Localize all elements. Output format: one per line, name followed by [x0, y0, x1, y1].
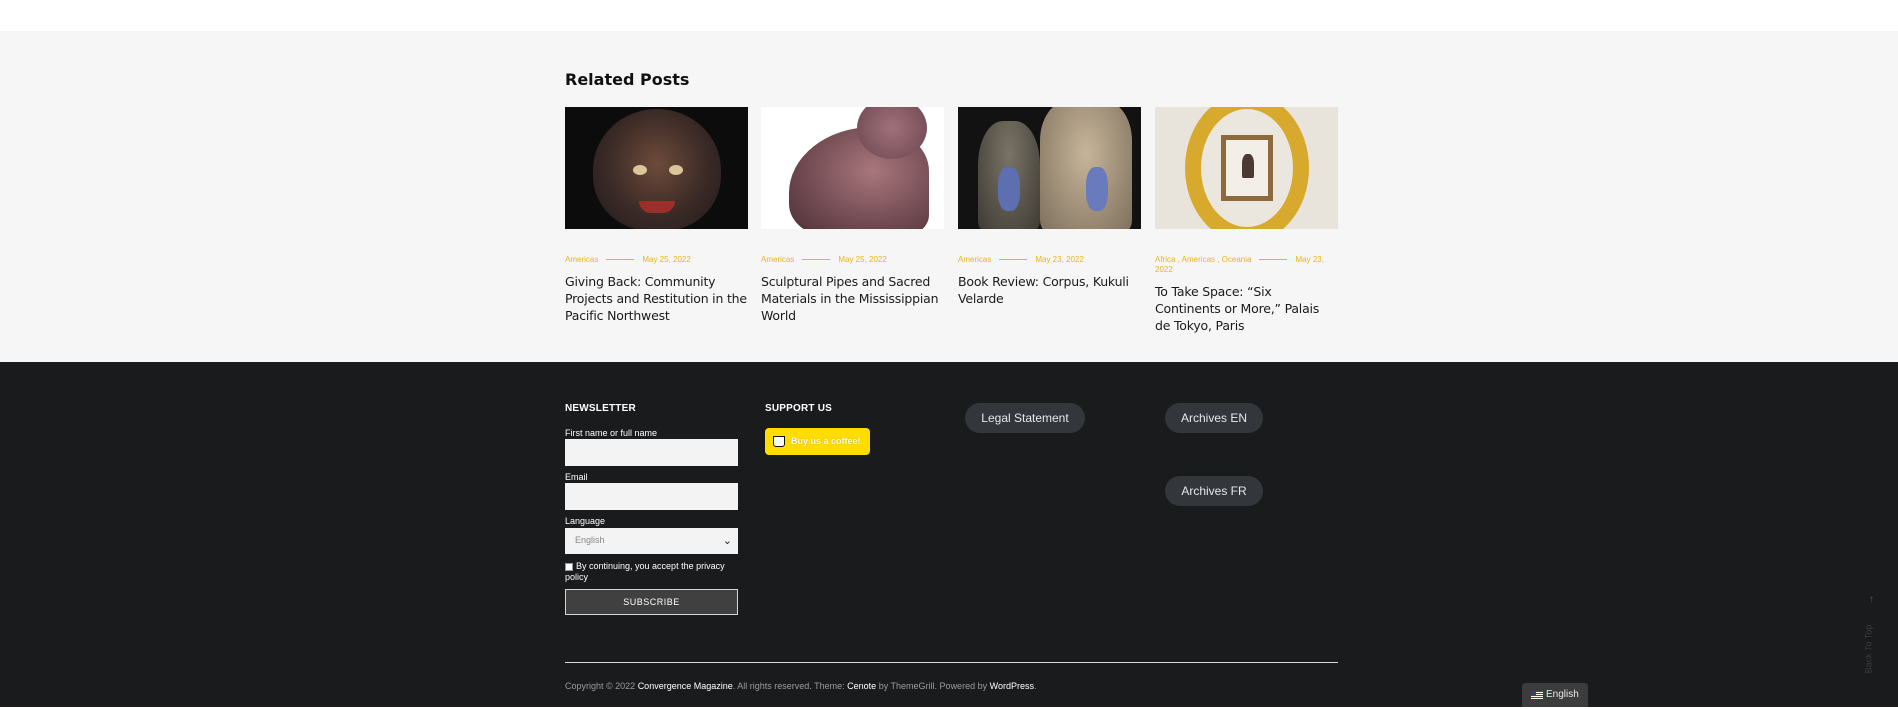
post-title[interactable]: Book Review: Corpus, Kukuli Velarde [958, 273, 1141, 307]
post-meta: Americas May 25, 2022 [565, 255, 748, 265]
footer-divider [565, 662, 1338, 663]
copyright-suffix: . [1033, 681, 1037, 691]
mask-eye [633, 165, 647, 175]
post-category[interactable]: Americas [958, 255, 991, 264]
site-footer: NEWSLETTER First name or full name Email… [0, 362, 1898, 707]
site-link[interactable]: Convergence Magazine [638, 681, 733, 691]
related-post-card[interactable]: Americas May 23, 2022 Book Review: Corpus… [958, 107, 1141, 307]
post-title[interactable]: To Take Space: “Six Continents or More,”… [1155, 283, 1338, 334]
archives-en-link[interactable]: Archives EN [1165, 403, 1263, 433]
meta-divider [1259, 259, 1288, 261]
theme-link[interactable]: Cenote [847, 681, 876, 691]
post-title[interactable]: Sculptural Pipes and Sacred Materials in… [761, 273, 944, 324]
language-switcher[interactable]: English [1522, 683, 1588, 707]
post-meta: Africa , Americas , Oceania May 23, 2022 [1155, 255, 1338, 275]
post-date[interactable]: May 23, 2022 [1035, 255, 1083, 264]
post-category[interactable]: Africa , Americas , Oceania [1155, 255, 1251, 264]
chevron-down-icon: ⌄ [722, 535, 732, 547]
sculpture-image[interactable] [761, 107, 944, 229]
related-post-card[interactable]: Americas May 25, 2022 Sculptural Pipes an… [761, 107, 944, 324]
post-meta: Americas May 23, 2022 [958, 255, 1141, 265]
arrow-up-icon: ↑ [1869, 594, 1874, 605]
figure-blue-right [1086, 167, 1108, 211]
consent-text: By continuing, you accept the privacy po… [565, 561, 725, 582]
post-date[interactable]: May 25, 2022 [838, 255, 886, 264]
picture-frame [1221, 135, 1273, 201]
frame-image[interactable] [1155, 107, 1338, 229]
post-meta: Americas May 25, 2022 [761, 255, 944, 265]
name-input[interactable] [565, 439, 738, 466]
figure-right [1040, 107, 1132, 229]
meta-divider [606, 259, 635, 261]
language-switcher-label: English [1546, 689, 1579, 700]
related-posts-section: Related Posts Americas May 25, 2022 Givin… [0, 31, 1898, 362]
email-input[interactable] [565, 483, 738, 510]
language-select[interactable]: English ⌄ [565, 528, 738, 554]
us-flag-icon [1531, 691, 1543, 699]
copyright-text: Copyright © 2022 Convergence Magazine. A… [565, 681, 1036, 691]
copyright-prefix: Copyright © 2022 [565, 681, 636, 691]
mask-eye [669, 165, 683, 175]
mask-image[interactable] [565, 107, 748, 229]
archives-fr-link[interactable]: Archives FR [1165, 476, 1263, 506]
post-category[interactable]: Americas [761, 255, 794, 264]
language-select-value: English [575, 535, 605, 545]
related-post-card[interactable]: Africa , Americas , Oceania May 23, 2022 … [1155, 107, 1338, 334]
subscribe-button[interactable]: SUBSCRIBE [565, 589, 738, 615]
post-category[interactable]: Americas [565, 255, 598, 264]
post-title[interactable]: Giving Back: Community Projects and Rest… [565, 273, 748, 324]
post-date[interactable]: May 25, 2022 [642, 255, 690, 264]
email-label: Email [565, 472, 588, 482]
legal-statement-link[interactable]: Legal Statement [965, 403, 1085, 433]
coffee-cup-icon [773, 436, 785, 447]
silhouette [1242, 154, 1254, 178]
wordpress-link[interactable]: WordPress [990, 681, 1034, 691]
buy-coffee-button[interactable]: Buy us a coffee! [765, 428, 870, 455]
newsletter-heading: NEWSLETTER [565, 403, 636, 414]
related-post-card[interactable]: Americas May 25, 2022 Giving Back: Commun… [565, 107, 748, 324]
back-to-top-label: Back To Top [1863, 624, 1874, 674]
related-posts-title: Related Posts [565, 70, 690, 89]
support-heading: SUPPORT US [765, 403, 833, 414]
figure-blue-left [998, 167, 1020, 211]
consent-row: By continuing, you accept the privacy po… [565, 561, 735, 583]
meta-divider [802, 259, 831, 261]
copyright-by: by ThemeGrill. Powered by [878, 681, 988, 691]
language-label: Language [565, 516, 606, 526]
buy-coffee-label: Buy us a coffee! [791, 436, 861, 446]
consent-checkbox[interactable] [565, 562, 573, 571]
figures-image[interactable] [958, 107, 1141, 229]
back-to-top-button[interactable]: ↑ Back To Top [1863, 594, 1878, 690]
top-strip [0, 0, 1898, 31]
meta-divider [999, 259, 1028, 261]
copyright-mid: . All rights reserved. Theme: [732, 681, 845, 691]
name-label: First name or full name [565, 428, 658, 438]
